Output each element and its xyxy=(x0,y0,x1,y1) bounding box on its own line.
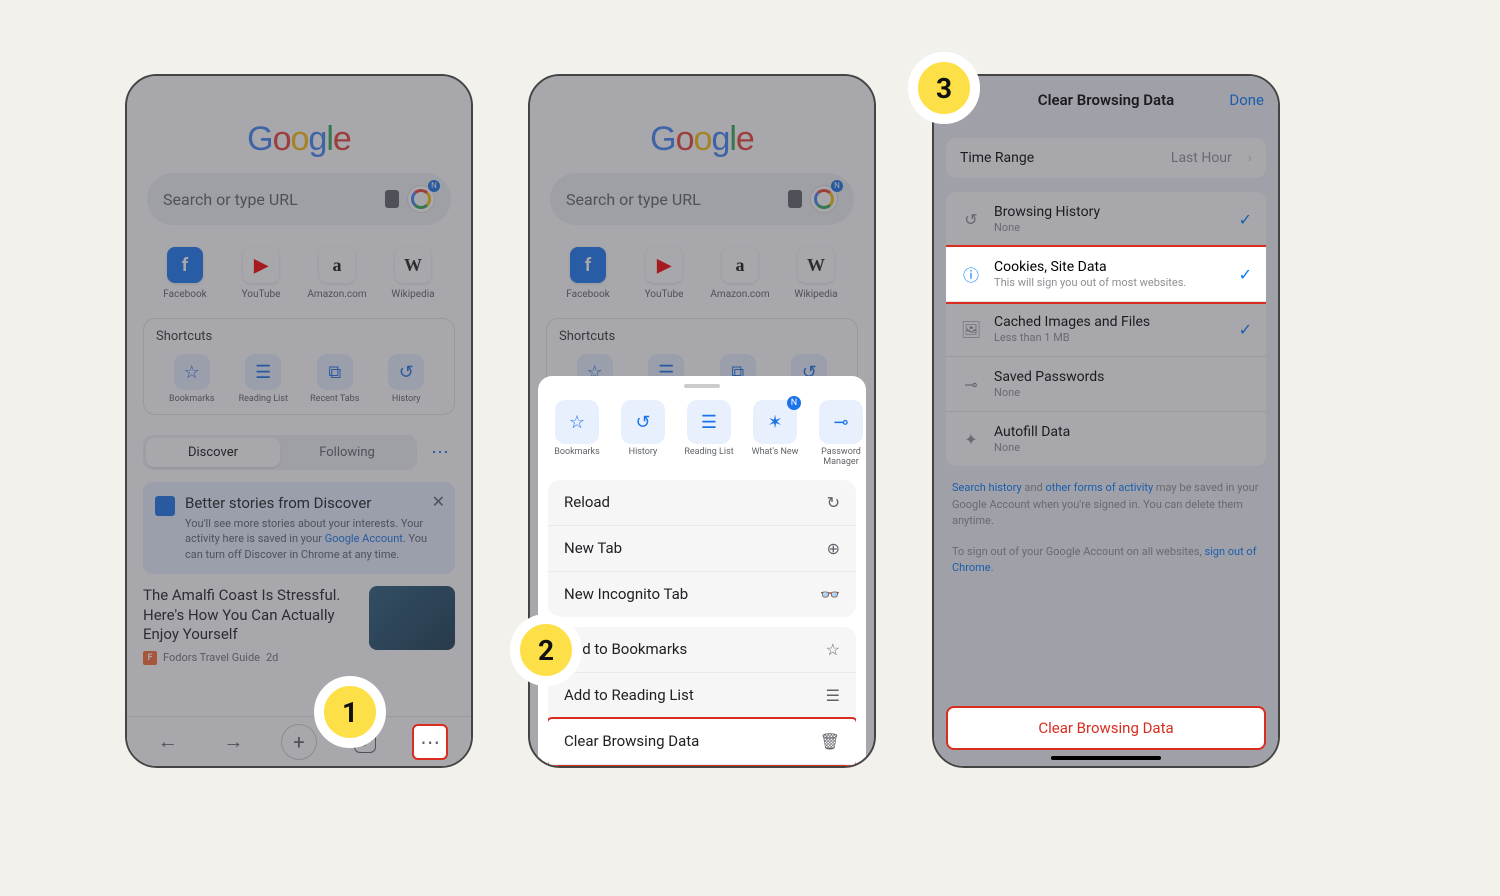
menu-clear-browsing-data[interactable]: Clear Browsing Data🗑 xyxy=(548,719,856,765)
phone-step-3: Clear Browsing Data Done Time Range Last… xyxy=(932,74,1280,768)
bottom-toolbar: ← → + 1 ⋯ xyxy=(127,716,471,766)
reload-icon: ↻ xyxy=(827,493,840,512)
more-menu-button[interactable]: ⋯ xyxy=(412,724,448,760)
row-cached-images[interactable]: 🖼 Cached Images and FilesLess than 1 MB … xyxy=(946,302,1266,357)
forward-button[interactable]: → xyxy=(215,724,251,760)
autofill-icon: ✦ xyxy=(960,428,982,450)
favorite-youtube[interactable]: ▶YouTube xyxy=(226,247,296,300)
shortcut-bookmarks[interactable]: ☆Bookmarks xyxy=(159,354,225,404)
close-icon[interactable]: ✕ xyxy=(432,492,445,511)
doc-icon xyxy=(155,496,175,516)
tab-discover[interactable]: Discover xyxy=(146,438,280,467)
history-icon: ↺ xyxy=(960,208,982,230)
menu-translate[interactable]: Translate⇄ xyxy=(548,765,856,768)
plus-circle-icon: ⊕ xyxy=(827,539,840,558)
quick-bookmarks[interactable]: ☆Bookmarks xyxy=(548,400,606,468)
feed-more-icon[interactable]: ⋯ xyxy=(425,442,455,463)
search-bar[interactable]: Search or type URL N xyxy=(550,173,854,225)
article-thumbnail xyxy=(369,586,455,650)
time-range-group: Time Range Last Hour › xyxy=(946,138,1266,178)
step-badge-1: 1 xyxy=(314,676,386,748)
favorite-amazon[interactable]: aAmazon.com xyxy=(705,247,775,300)
info-icon: ⓘ xyxy=(960,263,982,285)
favorite-wikipedia[interactable]: WWikipedia xyxy=(378,247,448,300)
incognito-icon: 👓 xyxy=(820,585,840,604)
article-title: The Amalfi Coast Is Stressful. Here's Ho… xyxy=(143,586,359,645)
favorite-youtube[interactable]: ▶YouTube xyxy=(629,247,699,300)
lens-icon[interactable]: N xyxy=(407,185,435,213)
favorite-facebook[interactable]: fFacebook xyxy=(150,247,220,300)
source-icon: F xyxy=(143,651,157,665)
quick-history[interactable]: ↺History xyxy=(614,400,672,468)
done-button[interactable]: Done xyxy=(1229,91,1264,109)
shortcuts-title: Shortcuts xyxy=(156,329,442,344)
discover-body: You'll see more stories about your inter… xyxy=(185,516,443,562)
chevron-right-icon: › xyxy=(1248,150,1252,166)
footer-note-1: Search history and other forms of activi… xyxy=(952,480,1260,530)
shortcuts-card: Shortcuts ☆Bookmarks ☰Reading List ⧉Rece… xyxy=(143,318,455,415)
row-autofill-data[interactable]: ✦ Autofill DataNone xyxy=(946,412,1266,466)
step-badge-3: 3 xyxy=(908,52,980,124)
tab-following[interactable]: Following xyxy=(280,438,414,467)
favorite-facebook[interactable]: fFacebook xyxy=(553,247,623,300)
home-indicator xyxy=(1051,756,1161,760)
footer-note-2: To sign out of your Google Account on al… xyxy=(952,544,1260,577)
step-badge-2: 2 xyxy=(510,614,582,686)
menu-group-1: Reload↻ New Tab⊕ New Incognito Tab👓 xyxy=(548,480,856,617)
favorite-wikipedia[interactable]: WWikipedia xyxy=(781,247,851,300)
menu-add-bookmarks[interactable]: Add to Bookmarks☆ xyxy=(548,627,856,673)
row-cookies[interactable]: ⓘ Cookies, Site DataThis will sign you o… xyxy=(946,247,1266,302)
check-icon: ✓ xyxy=(1239,265,1252,284)
key-icon: ⊸ xyxy=(960,373,982,395)
search-bar[interactable]: Search or type URL N xyxy=(147,173,451,225)
other-activity-link[interactable]: other forms of activity xyxy=(1045,481,1153,494)
google-logo: Google xyxy=(137,120,461,159)
feed-article[interactable]: The Amalfi Coast Is Stressful. Here's Ho… xyxy=(143,586,455,665)
favorite-amazon[interactable]: aAmazon.com xyxy=(302,247,372,300)
menu-group-2: Add to Bookmarks☆ Add to Reading List☰ C… xyxy=(548,627,856,768)
discover-title: Better stories from Discover xyxy=(185,494,443,512)
lens-icon[interactable]: N xyxy=(810,185,838,213)
menu-new-tab[interactable]: New Tab⊕ xyxy=(548,526,856,572)
clear-browsing-data-button[interactable]: Clear Browsing Data xyxy=(946,706,1266,750)
quick-password-manager[interactable]: ⊸Password Manager xyxy=(812,400,866,468)
google-account-link[interactable]: Google Account xyxy=(325,532,403,545)
row-saved-passwords[interactable]: ⊸ Saved PasswordsNone xyxy=(946,357,1266,412)
star-icon: ☆ xyxy=(826,640,840,659)
trash-icon: 🗑 xyxy=(820,732,840,751)
menu-new-incognito[interactable]: New Incognito Tab👓 xyxy=(548,572,856,617)
search-history-link[interactable]: Search history xyxy=(952,481,1022,494)
nav-bar: Clear Browsing Data Done xyxy=(934,76,1278,124)
shortcut-recent-tabs[interactable]: ⧉Recent Tabs xyxy=(302,354,368,404)
time-range-row[interactable]: Time Range Last Hour › xyxy=(946,138,1266,178)
mic-icon[interactable] xyxy=(788,190,802,208)
menu-reload[interactable]: Reload↻ xyxy=(548,480,856,526)
phone-step-2: Google Search or type URL N fFacebook ▶Y… xyxy=(528,74,876,768)
grabber[interactable] xyxy=(684,384,720,388)
back-button[interactable]: ← xyxy=(150,724,186,760)
discover-info-card: ✕ Better stories from Discover You'll se… xyxy=(143,482,455,574)
images-icon: 🖼 xyxy=(960,318,982,340)
phone-step-1: Google Search or type URL N fFacebook ▶Y… xyxy=(125,74,473,768)
page-title: Clear Browsing Data xyxy=(1038,91,1174,109)
shortcut-history[interactable]: ↺History xyxy=(373,354,439,404)
search-placeholder: Search or type URL xyxy=(163,190,377,209)
row-browsing-history[interactable]: ↺ Browsing HistoryNone ✓ xyxy=(946,192,1266,247)
favorites-row: fFacebook ▶YouTube aAmazon.com WWikipedi… xyxy=(147,247,451,300)
check-icon: ✓ xyxy=(1239,320,1252,339)
feed-tabs: Discover Following ⋯ xyxy=(143,435,455,470)
quick-actions-row: ☆Bookmarks ↺History ☰Reading List ✶NWhat… xyxy=(538,396,866,480)
menu-add-reading-list[interactable]: Add to Reading List☰ xyxy=(548,673,856,719)
reading-list-icon: ☰ xyxy=(826,686,840,705)
shortcut-reading-list[interactable]: ☰Reading List xyxy=(230,354,296,404)
data-types-group: ↺ Browsing HistoryNone ✓ ⓘ Cookies, Site… xyxy=(946,192,1266,466)
new-tab-button[interactable]: + xyxy=(281,724,317,760)
google-logo: Google xyxy=(540,120,864,159)
quick-whats-new[interactable]: ✶NWhat's New xyxy=(746,400,804,468)
quick-reading-list[interactable]: ☰Reading List xyxy=(680,400,738,468)
mic-icon[interactable] xyxy=(385,190,399,208)
overflow-menu-sheet: ☆Bookmarks ↺History ☰Reading List ✶NWhat… xyxy=(538,376,866,766)
check-icon: ✓ xyxy=(1239,210,1252,229)
